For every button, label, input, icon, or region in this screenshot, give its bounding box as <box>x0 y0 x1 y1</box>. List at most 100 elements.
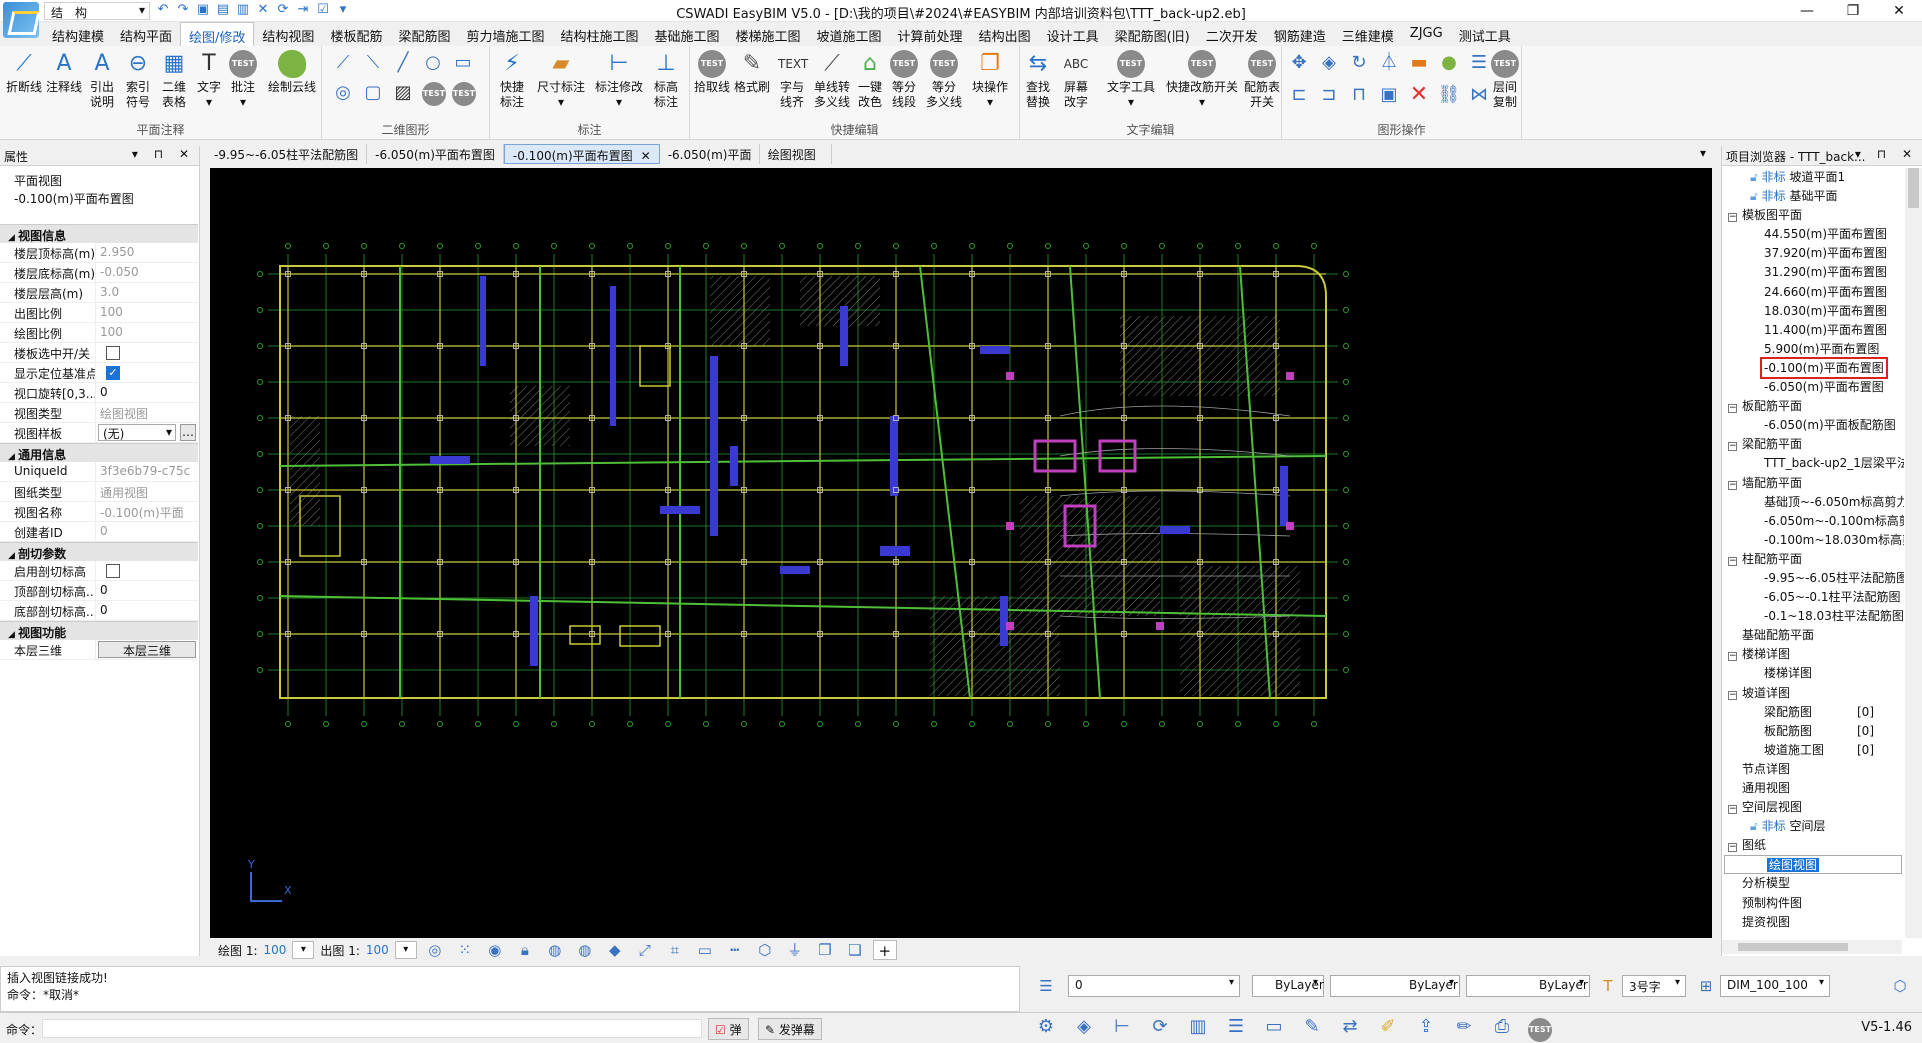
tree-item[interactable]: 基础顶~-6.050m标高剪力 <box>1722 493 1904 512</box>
menu-tab[interactable]: 楼梯施工图 <box>728 22 809 46</box>
collapse-icon[interactable]: − <box>1728 690 1737 700</box>
tree-item[interactable]: -0.100(m)平面布置图 <box>1722 356 1904 379</box>
tree-group[interactable]: 提资视图 <box>1722 913 1904 932</box>
find-replace-button[interactable]: ⇆ 查找 替换 <box>1020 50 1056 110</box>
menu-tab[interactable]: 二次开发 <box>1198 22 1266 46</box>
tree-item[interactable]: -6.050m~-0.100m标高剪 <box>1722 512 1904 531</box>
menu-tab[interactable]: ZJGG <box>1402 22 1451 46</box>
rotate-icon[interactable]: ↻ <box>1346 50 1372 76</box>
show-datum-checkbox[interactable]: ✓ <box>106 366 120 380</box>
edit-icon[interactable]: ✎ <box>1298 1014 1326 1040</box>
tree-item[interactable]: 🔓︎ 非标 基础平面 <box>1722 187 1904 206</box>
tree-group[interactable]: − 图纸 <box>1722 836 1904 855</box>
scrollbar-thumb[interactable] <box>1908 168 1919 208</box>
divide-line-button[interactable]: TEST 等分 线段 <box>888 50 920 110</box>
doc-tab[interactable]: -6.050(m)平面 <box>660 144 760 164</box>
tree-item[interactable]: 🔓︎ 非标 空间层 <box>1722 817 1904 836</box>
drawing-canvas[interactable]: Y X <box>210 168 1712 938</box>
collapse-icon[interactable]: − <box>1728 556 1737 566</box>
collapse-icon[interactable]: − <box>1728 843 1737 853</box>
tree-item[interactable]: TTT_back-up2_1层梁平法 <box>1722 454 1904 473</box>
expand-icon[interactable]: ⤢ <box>633 940 657 960</box>
tree-group[interactable]: 基础配筋平面 <box>1722 626 1904 645</box>
tree-item[interactable]: 24.660(m)平面布置图 <box>1722 283 1904 302</box>
layer-select[interactable]: 0 ▾ <box>1068 975 1240 997</box>
panel-controls[interactable]: ▾ ⊓ ✕ <box>1855 147 1918 161</box>
format-brush-button[interactable]: ✎ 格式刷 <box>734 50 770 95</box>
screen-edit-button[interactable]: ABC 屏幕 改字 <box>1058 50 1094 110</box>
join-icon[interactable]: ⋈ <box>1466 82 1492 108</box>
enable-section-checkbox[interactable] <box>106 564 120 578</box>
tree-group[interactable]: 分析模型 <box>1722 874 1904 893</box>
menu-tab[interactable]: 结构柱施工图 <box>552 22 646 46</box>
share-icon[interactable]: ⇪ <box>1412 1014 1440 1040</box>
menu-tab[interactable]: 剪力墙施工图 <box>458 22 552 46</box>
text-style-select[interactable]: 3号字 ▾ <box>1622 975 1686 997</box>
pick-line-button[interactable]: TEST 拾取线 <box>694 50 730 95</box>
linetype-select[interactable]: ByLayer ▾ <box>1330 975 1460 997</box>
grid-dots-icon[interactable]: ⁙ <box>453 940 477 960</box>
transfer-icon[interactable]: ⇄ <box>1336 1014 1364 1040</box>
tree-item[interactable]: -6.050(m)平面板配筋图 <box>1722 416 1904 435</box>
output-scale-value[interactable]: 100 <box>366 943 389 957</box>
menu-tab[interactable]: 测试工具 <box>1451 22 1519 46</box>
tree-group[interactable]: 节点详图 <box>1722 760 1904 779</box>
tree-item[interactable]: 5.900(m)平面布置图 <box>1722 340 1904 359</box>
section-view-function[interactable]: 视图功能 <box>0 621 198 640</box>
tree-item[interactable]: -0.1~18.03柱平法配筋图 <box>1722 607 1904 626</box>
prop-value[interactable]: 0 <box>95 581 198 600</box>
leader-note-button[interactable]: A 引出 说明 <box>86 50 118 110</box>
quick-rebar-toggle-button[interactable]: TEST 快捷改筋开关 ▾ <box>1162 50 1242 110</box>
2d-table-button[interactable]: ▦ 二维 表格 <box>158 50 190 110</box>
menu-tab[interactable]: 结构平面 <box>112 22 180 46</box>
mirror-icon[interactable]: ⏃ <box>1376 50 1402 76</box>
concentric-icon[interactable]: ◎ <box>330 80 356 106</box>
menu-tab[interactable]: 梁配筋图(旧) <box>1107 22 1198 46</box>
dwg-icon[interactable]: ▭ <box>693 940 717 960</box>
tree-item[interactable]: 11.400(m)平面布置图 <box>1722 321 1904 340</box>
tree-group[interactable]: 通用视图 <box>1722 779 1904 798</box>
tree-item[interactable]: -0.100m~18.030m标高剪 <box>1722 531 1904 550</box>
color-select[interactable]: ByLayer ▾ <box>1252 975 1324 997</box>
move-icon[interactable]: ✥ <box>1286 50 1312 76</box>
annotation-line-button[interactable]: A 注释线 <box>46 50 82 95</box>
break-icon[interactable]: ⊓ <box>1346 82 1372 108</box>
tree-item[interactable]: 🔓︎ 非标 坡道平面1 <box>1722 168 1904 187</box>
collapse-icon[interactable]: − <box>1728 404 1737 414</box>
select-box-icon[interactable]: ▣ <box>1376 82 1402 108</box>
section-general-info[interactable]: 通用信息 <box>0 443 198 462</box>
tree-item[interactable]: 梁配筋图 [0] <box>1722 703 1904 722</box>
collapse-icon[interactable]: − <box>1728 442 1737 452</box>
tree-group[interactable]: − 空间层视图 <box>1722 798 1904 817</box>
minimize-icon[interactable]: — <box>1784 0 1830 22</box>
quick-dim-button[interactable]: ⚡ 快捷 标注 <box>494 50 530 110</box>
tree-group[interactable]: − 模板图平面 <box>1722 206 1904 225</box>
hide-icon[interactable]: ◎ <box>423 940 447 960</box>
tree-item[interactable]: -6.050(m)平面布置图 <box>1722 378 1904 397</box>
collapse-icon[interactable]: − <box>1728 213 1737 223</box>
dim-style-select[interactable]: DIM_100_100 ▾ <box>1720 975 1830 997</box>
menu-tab[interactable]: 钢筋建造 <box>1266 22 1334 46</box>
test-icon[interactable]: TEST <box>422 82 446 106</box>
add-icon[interactable]: + <box>872 940 897 960</box>
draw-scale-dropdown[interactable]: ▾ <box>292 941 315 959</box>
section-section-params[interactable]: 剖切参数 <box>0 542 198 561</box>
divide-poly-button[interactable]: TEST 等分 多义线 <box>924 50 964 110</box>
menu-tab[interactable]: 结构建模 <box>44 22 112 46</box>
settings-icon[interactable]: ⚙ <box>1032 1014 1060 1040</box>
layers-icon[interactable]: ◈ <box>1070 1014 1098 1040</box>
text-button[interactable]: T 文字 ▾ <box>194 50 224 110</box>
menu-tab[interactable]: 设计工具 <box>1039 22 1107 46</box>
menu-tab[interactable]: 坡道施工图 <box>809 22 890 46</box>
tree-item[interactable]: 31.290(m)平面布置图 <box>1722 263 1904 282</box>
panels-icon[interactable]: ▥ <box>1184 1014 1212 1040</box>
cube-icon[interactable]: ⬡ <box>1888 976 1912 996</box>
print-icon[interactable]: ⎙ <box>1488 1014 1516 1040</box>
prop-value[interactable]: 0 <box>95 601 198 620</box>
menu-tab-active[interactable]: 绘图/修改 <box>180 22 255 46</box>
hatch-icon[interactable]: ▨ <box>390 80 416 106</box>
scrollbar-thumb[interactable] <box>1738 943 1848 951</box>
copy-icon[interactable]: ❏ <box>843 940 867 960</box>
ellipsis-button[interactable]: … <box>180 424 196 441</box>
tree-group[interactable]: − 坡道详图 <box>1722 684 1904 703</box>
